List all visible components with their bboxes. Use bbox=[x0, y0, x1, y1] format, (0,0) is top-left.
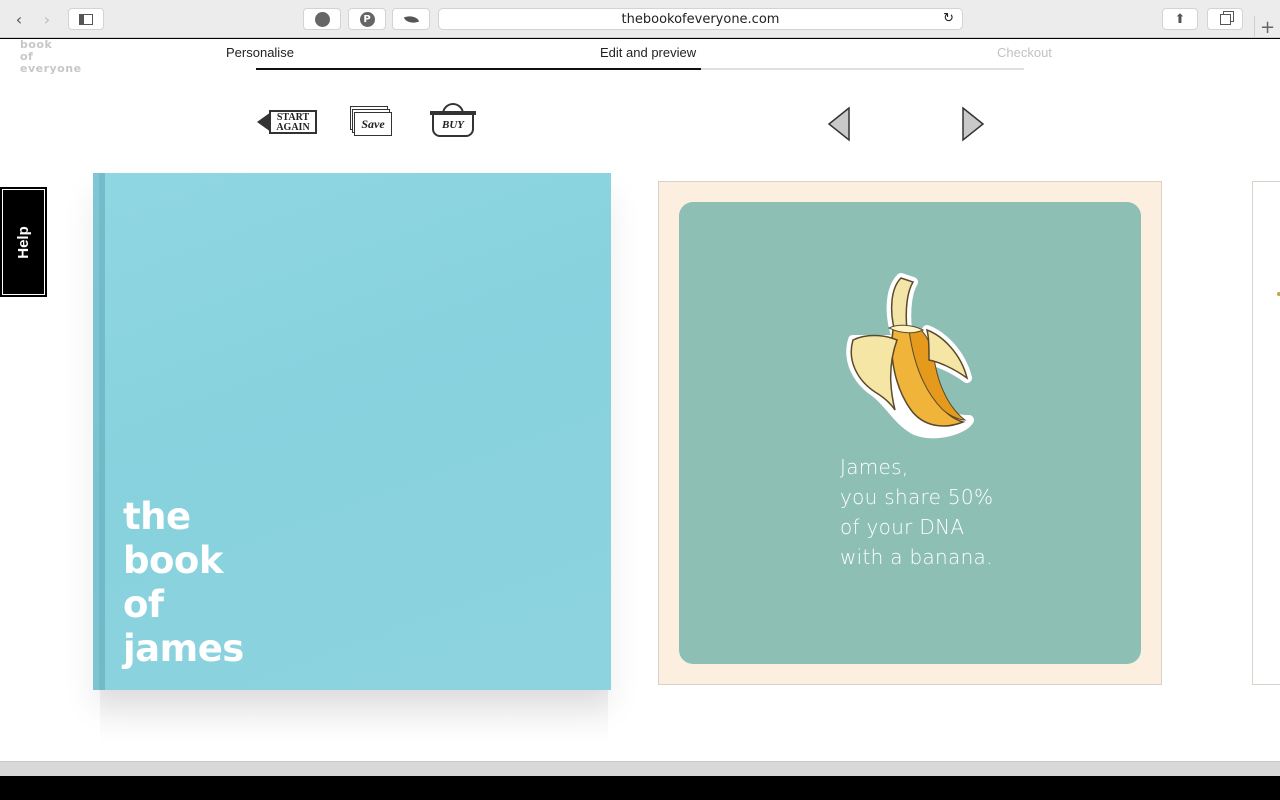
chevron-right-icon[interactable]: › bbox=[34, 8, 60, 30]
page-text: James, you share 50% of your DNA with a … bbox=[840, 452, 993, 572]
start-again-button[interactable]: START AGAIN bbox=[256, 101, 320, 141]
browser-toolbar: ‹ › P thebookofeveryone.com ↻ ⬆ + bbox=[0, 0, 1280, 38]
url-text: thebookofeveryone.com bbox=[621, 11, 780, 27]
book-cover[interactable]: the book of james bbox=[93, 173, 611, 690]
arrow-left-icon: START AGAIN bbox=[257, 108, 319, 134]
address-bar[interactable]: thebookofeveryone.com ↻ bbox=[438, 8, 963, 30]
cover-title-line: book bbox=[123, 539, 223, 582]
eye-icon bbox=[314, 11, 330, 27]
progress-bar bbox=[256, 68, 1024, 70]
extension-button-1[interactable] bbox=[303, 8, 341, 30]
logo-line: everyone bbox=[20, 62, 82, 75]
pinterest-icon: P bbox=[359, 11, 375, 27]
book-spine-highlight bbox=[99, 173, 105, 690]
cover-title-line: james bbox=[123, 627, 244, 670]
browser-status-bar bbox=[0, 761, 1280, 776]
pinterest-button[interactable]: P bbox=[348, 8, 386, 30]
help-button[interactable]: Help bbox=[0, 187, 47, 297]
reload-icon[interactable]: ↻ bbox=[943, 11, 954, 26]
leaf-icon bbox=[403, 12, 419, 26]
page-text-line: James, bbox=[840, 455, 909, 479]
buy-button[interactable]: BUY bbox=[428, 101, 478, 141]
start-again-label: AGAIN bbox=[276, 122, 310, 133]
cover-title-line: the bbox=[123, 495, 191, 538]
site-logo[interactable]: book of everyone bbox=[20, 39, 82, 75]
next-page-preview[interactable] bbox=[1252, 181, 1280, 685]
tabs-button[interactable] bbox=[1207, 8, 1243, 30]
sidebar-icon bbox=[79, 13, 93, 25]
page-panel: James, you share 50% of your DNA with a … bbox=[679, 202, 1141, 664]
save-label: Save bbox=[354, 112, 392, 136]
book-page-preview[interactable]: James, you share 50% of your DNA with a … bbox=[658, 181, 1162, 685]
sidebar-button[interactable] bbox=[68, 8, 104, 30]
help-label: Help bbox=[14, 225, 32, 259]
save-button[interactable]: Save bbox=[348, 101, 394, 141]
page-text-line: you share 50% bbox=[840, 485, 994, 509]
progress-fill bbox=[256, 68, 702, 70]
page-text-line: with a banana. bbox=[840, 545, 993, 569]
web-page: book of everyone Personalise Edit and pr… bbox=[0, 39, 1280, 761]
tabs-icon bbox=[1219, 13, 1231, 25]
step-personalise[interactable]: Personalise bbox=[226, 45, 294, 60]
share-icon[interactable]: ⬆ bbox=[1162, 8, 1198, 30]
page-text-line: of your DNA bbox=[840, 515, 965, 539]
basket-icon: BUY bbox=[430, 103, 476, 139]
save-icon: Save bbox=[350, 106, 392, 136]
cover-shadow bbox=[100, 690, 608, 745]
step-edit-and-preview[interactable]: Edit and preview bbox=[600, 45, 696, 60]
chevron-left-icon[interactable]: ‹ bbox=[6, 8, 32, 30]
triangle-left-icon[interactable] bbox=[824, 105, 854, 143]
triangle-right-icon[interactable] bbox=[958, 105, 988, 143]
extension-button-3[interactable] bbox=[392, 8, 430, 30]
banana-illustration bbox=[846, 273, 974, 439]
cover-title-line: of bbox=[123, 583, 164, 626]
buy-label: BUY bbox=[432, 113, 474, 137]
cover-title: the book of james bbox=[123, 495, 244, 671]
step-checkout[interactable]: Checkout bbox=[997, 45, 1052, 60]
plus-icon[interactable]: + bbox=[1254, 16, 1280, 38]
